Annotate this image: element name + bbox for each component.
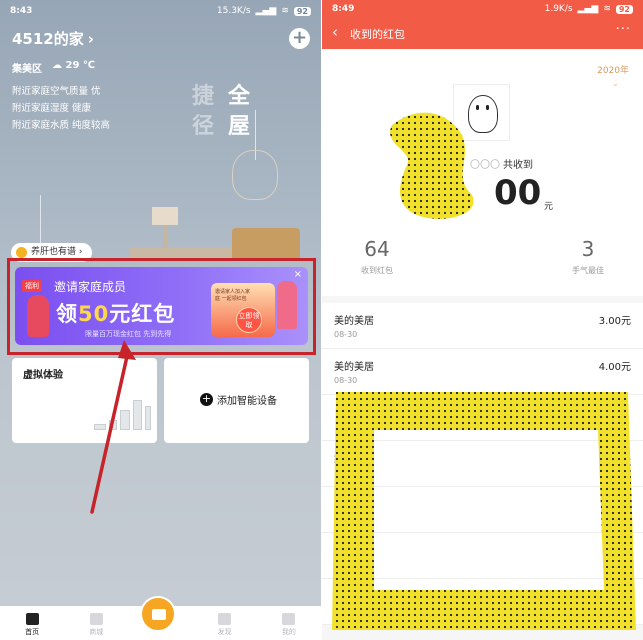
location-label: 集美区 (12, 64, 42, 75)
add-button[interactable]: + (289, 28, 310, 49)
slogan-col-1: 捷径 (192, 84, 215, 139)
discover-icon (218, 613, 232, 625)
chevron-down-icon[interactable]: ⌄ (611, 79, 619, 89)
temperature: 29 ℃ (65, 60, 95, 71)
battery-indicator: 92 (615, 4, 633, 14)
list-item[interactable]: 0. (322, 533, 643, 579)
center-action-button[interactable] (140, 596, 176, 632)
nav-profile[interactable]: 我的 (269, 613, 309, 637)
virtual-experience-card[interactable]: 虚拟体验 (12, 358, 157, 443)
nav-shop[interactable]: 商城 (76, 613, 116, 637)
list-item[interactable]: 1 (322, 487, 643, 533)
right-screen: 8:49 1.9K/s ▂▄▆ ≋ 92 ‹ 收到的红包 ··· 2020年 ⌄… (322, 0, 643, 640)
profile-icon (282, 613, 296, 625)
person-illustration (27, 295, 49, 337)
env-air-quality: 附近家庭空气质量优 (12, 86, 101, 97)
add-device-label: 添加智能设备 (217, 396, 277, 407)
list-item[interactable] (322, 579, 643, 625)
banner-title: 邀请家庭成员 (54, 280, 127, 294)
banner-headline: 领50元红包 (56, 302, 176, 326)
red-packet-list: 美的美居 08-30 3.00元 美的美居 08-30 4.00元 集1 1 0. (322, 303, 643, 625)
chair (232, 228, 300, 258)
slogan-col-2: 全屋 (228, 84, 251, 139)
summary-panel: 2020年 ⌄ 〇〇〇 共收到 00 元 64 收到红包 3 手气最佳 (322, 49, 643, 296)
battery-indicator: 92 (293, 6, 311, 16)
invite-banner[interactable]: 福利 邀请家庭成员 领50元红包 限量百万现金红包 先到先得 邀请家人加入家庭 … (15, 267, 308, 345)
wifi-icon: ≋ (281, 6, 289, 16)
plus-circle-icon: + (200, 392, 213, 406)
stat-best-luck: 3 手气最佳 (572, 237, 604, 275)
env-water-quality: 附近家庭水质 纯度较高 (12, 120, 111, 131)
chevron-right-icon: › (87, 29, 94, 48)
user-name-masked: 〇〇〇 (470, 160, 500, 171)
appliance-icons (94, 400, 151, 430)
signal-icon: ▂▄▆ (577, 4, 599, 14)
welfare-badge: 福利 (22, 280, 42, 292)
total-label: 共收到 (503, 160, 533, 171)
status-bar: 8:49 1.9K/s ▂▄▆ ≋ 92 (322, 0, 643, 18)
girl-illustration (277, 281, 297, 329)
total-unit: 元 (544, 202, 554, 212)
page-title: 收到的红包 (350, 28, 405, 41)
left-screen: 8:43 15.3K/s ▂▄▆ ≋ 92 4512的家 › + 集美区 ☁ 2… (0, 0, 321, 640)
close-icon[interactable]: × (294, 269, 302, 280)
avatar (453, 84, 510, 141)
add-device-card[interactable]: + 添加智能设备 (164, 358, 309, 443)
list-item[interactable] (322, 395, 643, 441)
home-icon (25, 613, 39, 625)
nav-discover[interactable]: 发现 (205, 613, 245, 637)
list-item[interactable]: 美的美居 08-30 3.00元 (322, 303, 643, 349)
home-switcher[interactable]: 4512的家 › (12, 28, 94, 49)
network-speed: 15.3K/s (216, 6, 251, 16)
weather-info: 集美区 ☁ 29 ℃ (12, 60, 95, 75)
list-item[interactable]: 集1 (322, 441, 643, 487)
year-selector[interactable]: 2020年 (597, 63, 629, 76)
table-lamp-base (163, 225, 167, 249)
tag-icon (16, 247, 27, 258)
nav-home[interactable]: 首页 (12, 613, 52, 637)
status-time: 8:43 (10, 6, 33, 16)
plant-decoration (40, 195, 54, 245)
stat-received: 64 收到红包 (361, 237, 393, 275)
red-envelope-icon: 邀请家人加入家庭 一起领红包 立即领取 (211, 283, 275, 337)
table-lamp-shade (152, 207, 178, 225)
more-icon[interactable]: ··· (616, 22, 631, 37)
pendant-lamp (232, 150, 278, 200)
back-icon[interactable]: ‹ (332, 23, 338, 41)
shop-icon (89, 613, 103, 625)
wifi-icon: ≋ (603, 4, 611, 14)
claim-button[interactable]: 立即领取 (236, 307, 262, 333)
total-amount: 00 (494, 173, 542, 213)
env-humidity: 附近家庭湿度 健康 (12, 103, 92, 114)
briefcase-icon (152, 609, 166, 620)
banner-subtitle: 限量百万现金红包 先到先得 (85, 330, 172, 338)
home-name: 4512的家 (12, 30, 84, 48)
cloud-icon: ☁ (52, 60, 62, 71)
signal-icon: ▂▄▆ (255, 6, 277, 16)
list-item[interactable]: 美的美居 08-30 4.00元 (322, 349, 643, 395)
header-bar: 8:49 1.9K/s ▂▄▆ ≋ 92 ‹ 收到的红包 ··· (322, 0, 643, 49)
face-drawing (468, 95, 498, 133)
status-bar: 8:43 15.3K/s ▂▄▆ ≋ 92 (0, 0, 321, 22)
highlight-box: 福利 邀请家庭成员 领50元红包 限量百万现金红包 先到先得 邀请家人加入家庭 … (7, 258, 316, 355)
